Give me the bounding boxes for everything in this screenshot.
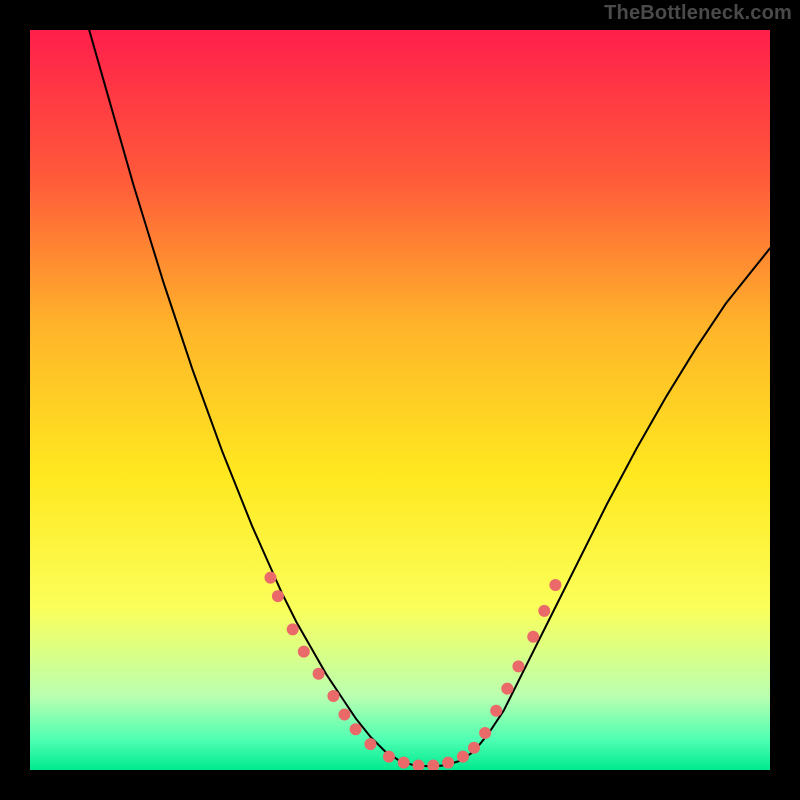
chart-svg [30,30,770,770]
marker-dot [313,668,325,680]
watermark-text: TheBottleneck.com [604,2,792,25]
marker-dot [549,579,561,591]
marker-dot [512,660,524,672]
marker-dot [272,590,284,602]
marker-dot [298,646,310,658]
marker-dot [398,757,410,769]
marker-dot [327,690,339,702]
marker-dot [339,709,351,721]
marker-dot [364,738,376,750]
marker-dot [287,623,299,635]
marker-dot [527,631,539,643]
marker-dot [442,757,454,769]
chart-frame: TheBottleneck.com [0,0,800,800]
marker-dot [501,683,513,695]
marker-dot [457,751,469,763]
marker-dot [538,605,550,617]
marker-dot [490,705,502,717]
marker-dot [350,723,362,735]
marker-dot [479,727,491,739]
plot-area [30,30,770,770]
marker-dot [468,742,480,754]
marker-dot [265,572,277,584]
marker-dot [383,751,395,763]
chart-background [30,30,770,770]
